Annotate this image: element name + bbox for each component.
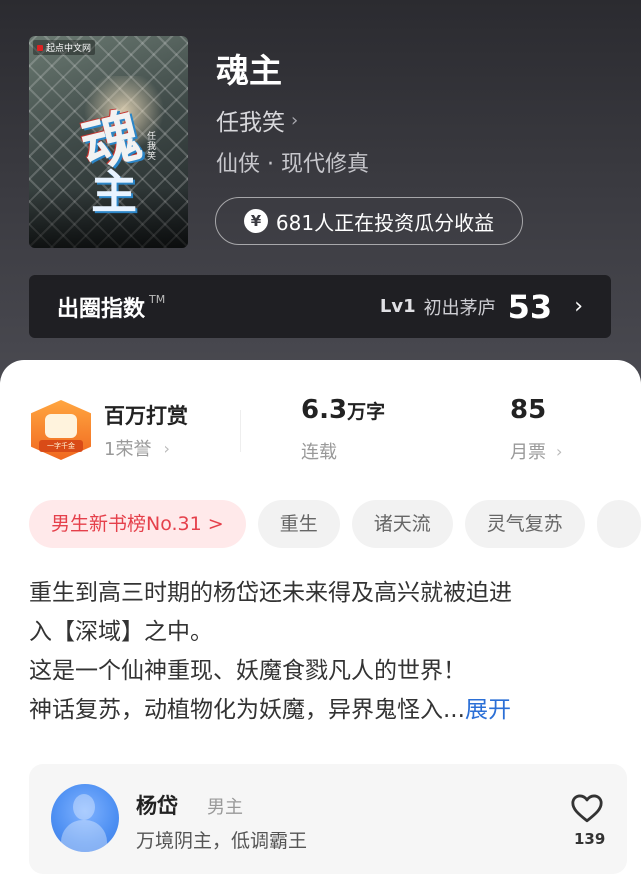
chevron-right-icon: ›: [574, 294, 583, 319]
reward-honor: 1荣誉: [104, 439, 152, 460]
cover-publisher: 起点中文网: [33, 40, 96, 55]
author-name: 任我笑: [216, 110, 285, 136]
monthly-ticket-count[interactable]: 85: [510, 395, 546, 425]
avatar-head: [73, 794, 95, 820]
invest-text: 681人正在投资瓜分收益: [275, 210, 495, 235]
description-line: 重生到高三时期的杨岱还未来得及高兴就被迫进: [29, 580, 512, 606]
character-card[interactable]: 杨岱 男主 万境阴主，低调霸王 139: [29, 764, 627, 874]
cover-title-char-2: 主: [91, 165, 137, 219]
circle-index-label: 出圈指数: [57, 296, 146, 322]
character-avatar: [51, 784, 119, 852]
chevron-right-icon: ›: [291, 109, 299, 131]
circle-index-label-group: 出圈指数 TM: [57, 291, 165, 323]
reward-honor-link[interactable]: 1荣誉 ›: [104, 435, 170, 461]
badge-ribbon: 一字千金: [39, 440, 83, 452]
character-name: 杨岱: [136, 794, 178, 818]
trademark-mark: TM: [149, 292, 166, 306]
author-link[interactable]: 任我笑 ›: [216, 103, 298, 137]
badge-inner: [45, 414, 77, 438]
circle-level: Lv1: [379, 296, 416, 317]
book-cover[interactable]: 起点中文网 魂 主 任我笑: [29, 36, 188, 248]
book-header: 起点中文网 魂 主 任我笑 魂主 任我笑 › 仙侠 · 现代修真 ¥ 681人正…: [0, 0, 641, 400]
circle-index-bar[interactable]: 出圈指数 TM Lv1 初出茅庐 53 ›: [29, 275, 611, 338]
chevron-right-icon: ›: [163, 438, 170, 458]
heart-icon[interactable]: [570, 792, 604, 824]
circle-level-text: 初出茅庐: [423, 297, 496, 319]
monthly-ticket-label: 月票: [510, 442, 546, 463]
serial-status: 连载: [301, 442, 337, 463]
tag-item[interactable]: 灵气复苏: [464, 500, 585, 548]
description-line: 入【深域】之中。: [29, 619, 213, 645]
book-title: 魂主: [216, 51, 282, 90]
like-count: 139: [574, 830, 606, 848]
cover-author: 任我笑: [147, 132, 157, 162]
expand-link[interactable]: 展开: [465, 697, 511, 723]
word-count-unit: 万字: [347, 401, 386, 423]
tag-rank[interactable]: 男生新书榜No.31 >: [29, 500, 246, 548]
tag-list: 男生新书榜No.31 > 重生 诸天流 灵气复苏: [29, 500, 641, 548]
character-role-type: 男主: [207, 797, 243, 818]
description-line: 神话复苏，动植物化为妖魔，异界鬼怪入...: [29, 697, 465, 723]
book-description[interactable]: 重生到高三时期的杨岱还未来得及高兴就被迫进 入【深域】之中。 这是一个仙神重现、…: [29, 574, 614, 730]
stats-divider: [240, 410, 241, 452]
reward-title[interactable]: 百万打赏: [104, 400, 188, 430]
word-count-value: 6.3: [301, 395, 348, 425]
reward-badge-icon[interactable]: 一字千金: [31, 400, 91, 460]
tag-item-partial[interactable]: [596, 500, 641, 548]
circle-score: 53: [507, 287, 553, 326]
tag-item[interactable]: 诸天流: [351, 500, 453, 548]
word-count: 6.3万字: [301, 395, 385, 425]
monthly-ticket-link[interactable]: 月票 ›: [510, 438, 562, 464]
book-genre: 仙侠 · 现代修真: [216, 152, 369, 177]
yen-icon: ¥: [243, 209, 268, 233]
tag-item[interactable]: 重生: [257, 500, 340, 548]
invest-button[interactable]: ¥ 681人正在投资瓜分收益: [215, 197, 523, 245]
description-line: 这是一个仙神重现、妖魔食戮凡人的世界！: [29, 658, 466, 684]
circle-index-value-group: Lv1 初出茅庐 53 ›: [380, 288, 583, 326]
chevron-right-icon: ›: [556, 441, 563, 461]
character-description: 万境阴主，低调霸王: [136, 830, 308, 852]
avatar-body: [61, 820, 107, 852]
description-line-last: 神话复苏，动植物化为妖魔，异界鬼怪入...展开: [29, 691, 614, 730]
